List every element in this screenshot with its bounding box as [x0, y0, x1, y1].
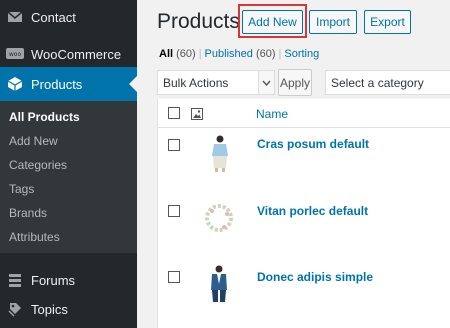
mail-icon [6, 8, 24, 26]
menu-label: Topics [31, 301, 68, 317]
submenu-attributes[interactable]: Attributes [9, 230, 60, 244]
select-all-checkbox[interactable] [168, 107, 180, 119]
menu-item-products[interactable]: Products [0, 67, 137, 101]
product-name-link[interactable]: Donec adipis simple [257, 270, 373, 284]
svg-text:woo: woo [9, 51, 22, 58]
menu-item-contact[interactable]: Contact [0, 0, 137, 34]
table-header: Name [158, 99, 450, 128]
table-row: Donec adipis simple [158, 261, 450, 327]
view-sorting[interactable]: Sorting [284, 48, 319, 60]
forums-icon [6, 271, 24, 289]
view-published[interactable]: Published (60) [205, 48, 276, 60]
add-new-button[interactable]: Add New [242, 10, 303, 34]
submenu-brands[interactable]: Brands [9, 206, 47, 220]
menu-item-topics[interactable]: Topics [0, 292, 137, 326]
menu-item-woocommerce[interactable]: woo WooCommerce [0, 37, 137, 71]
topics-icon [6, 300, 24, 318]
import-button[interactable]: Import [309, 10, 357, 34]
category-label: Select a category [331, 75, 424, 90]
submenu-add-new[interactable]: Add New [9, 134, 58, 148]
woocommerce-icon: woo [6, 45, 24, 63]
row-checkbox[interactable] [168, 139, 180, 151]
table-row: Cras posum default [158, 129, 450, 195]
products-submenu: All Products Add New Categories Tags Bra… [0, 101, 137, 253]
table-row: Vitan porlec default [158, 195, 450, 261]
row-checkbox[interactable] [168, 205, 180, 217]
menu-label: Forums [31, 272, 76, 288]
image-icon [191, 107, 203, 125]
apply-button[interactable]: Apply [278, 69, 312, 96]
page-title: Products [157, 10, 240, 33]
product-thumbnail[interactable] [202, 264, 236, 302]
submenu-all-products[interactable]: All Products [9, 110, 80, 124]
products-icon [6, 75, 24, 93]
chevron-down-icon[interactable] [258, 70, 275, 95]
product-thumbnail[interactable] [202, 199, 236, 237]
product-thumbnail[interactable] [202, 134, 236, 172]
submenu-categories[interactable]: Categories [9, 158, 67, 172]
view-all[interactable]: All (60) [159, 48, 196, 60]
menu-label: Products [31, 76, 83, 92]
row-checkbox[interactable] [168, 271, 180, 283]
product-name-link[interactable]: Cras posum default [257, 137, 369, 151]
bulk-actions-select[interactable]: Bulk Actions [157, 70, 259, 95]
column-name-header[interactable]: Name [256, 107, 288, 121]
status-views: All (60) | Published (60) | Sorting [159, 48, 320, 60]
products-table: Name Cras posum default Vitan porlec def… [157, 99, 450, 328]
submenu-tags[interactable]: Tags [9, 182, 34, 196]
category-select[interactable]: Select a category [325, 70, 450, 95]
bulk-actions-label: Bulk Actions [163, 75, 229, 90]
product-name-link[interactable]: Vitan porlec default [257, 204, 368, 218]
admin-sidebar: Contact woo WooCommerce Products All Pro… [0, 0, 137, 328]
menu-label: Contact [31, 9, 76, 25]
main-content: Products Add New Import Export All (60) |… [137, 0, 450, 328]
export-button[interactable]: Export [364, 10, 411, 34]
menu-label: WooCommerce [31, 46, 122, 62]
